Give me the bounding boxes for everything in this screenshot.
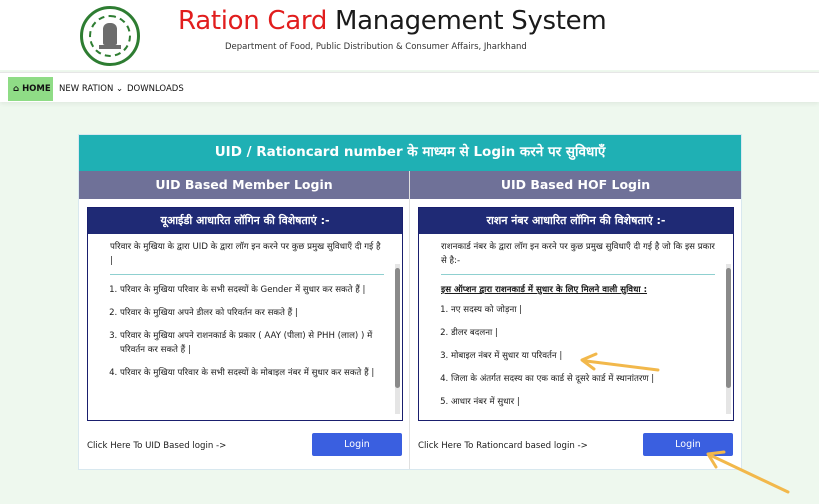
hof-login-title: UID Based HOF Login bbox=[410, 171, 741, 199]
uid-features-intro: परिवार के मुखिया के द्वारा UID के द्वारा… bbox=[110, 240, 384, 275]
uid-features-body[interactable]: परिवार के मुखिया के द्वारा UID के द्वारा… bbox=[88, 234, 402, 420]
uid-login-hint: Click Here To UID Based login -> bbox=[87, 441, 227, 451]
uid-login-column: UID Based Member Login यूआईडी आधारित लॉग… bbox=[79, 171, 410, 469]
nav-downloads[interactable]: DOWNLOADS bbox=[122, 77, 189, 101]
site-title-red: Ration Card bbox=[178, 6, 328, 36]
uid-features-list: परिवार के मुखिया परिवार के सभी सदस्यों क… bbox=[110, 283, 384, 380]
site-header: Ration Card Management System Department… bbox=[0, 0, 819, 70]
uid-login-button[interactable]: Login bbox=[312, 433, 402, 456]
list-item: नए सदस्य को जोड़ना | bbox=[451, 303, 715, 317]
jharkhand-emblem-logo bbox=[80, 6, 140, 66]
nav-new-ration[interactable]: NEW RATION ⌄ bbox=[54, 77, 128, 101]
home-icon: ⌂ bbox=[13, 84, 20, 94]
annotation-arrow-icon bbox=[706, 450, 790, 494]
nav-new-ration-label: NEW RATION bbox=[59, 84, 114, 94]
list-item: परिवार के मुखिया अपने राशनकार्ड के प्रका… bbox=[120, 329, 384, 357]
ration-login-hint: Click Here To Rationcard based login -> bbox=[418, 441, 588, 451]
list-item: परिवार के मुखिया परिवार के सभी सदस्यों क… bbox=[120, 366, 384, 380]
annotation-arrow-icon bbox=[580, 352, 660, 372]
scrollbar[interactable] bbox=[395, 264, 400, 414]
ration-login-footer: Click Here To Rationcard based login -> … bbox=[418, 433, 733, 467]
site-title: Ration Card Management System bbox=[178, 6, 607, 36]
site-title-dark: Management System bbox=[335, 6, 607, 36]
panel-heading: UID / Rationcard number के माध्यम से Log… bbox=[79, 135, 741, 171]
ration-features-subheading: इस ऑप्शन द्वारा राशनकार्ड में सुधार के ल… bbox=[441, 285, 648, 295]
list-item: परिवार के मुखिया परिवार के सभी सदस्यों क… bbox=[120, 283, 384, 297]
nav-home-label: HOME bbox=[22, 84, 51, 94]
hof-login-column: UID Based HOF Login राशन नंबर आधारित लॉग… bbox=[410, 171, 741, 469]
nav-home[interactable]: ⌂ HOME bbox=[8, 77, 53, 101]
login-panel: UID / Rationcard number के माध्यम से Log… bbox=[78, 134, 742, 470]
uid-login-footer: Click Here To UID Based login -> Login bbox=[87, 433, 402, 467]
list-item: आधार नंबर में सुधार | bbox=[451, 395, 715, 409]
list-item: परिवार के मुखिया अपने डीलर को परिवर्तन क… bbox=[120, 306, 384, 320]
scrollbar-thumb[interactable] bbox=[726, 268, 731, 388]
main-nav: ⌂ HOME NEW RATION ⌄ DOWNLOADS bbox=[0, 72, 819, 102]
scrollbar[interactable] bbox=[726, 264, 731, 414]
ration-features-title: राशन नंबर आधारित लॉगिन की विशेषताएं :- bbox=[419, 208, 733, 234]
department-subtitle: Department of Food, Public Distribution … bbox=[225, 42, 527, 52]
uid-login-title: UID Based Member Login bbox=[79, 171, 409, 199]
ration-features-box: राशन नंबर आधारित लॉगिन की विशेषताएं :- र… bbox=[418, 207, 734, 421]
scrollbar-thumb[interactable] bbox=[395, 268, 400, 388]
uid-features-title: यूआईडी आधारित लॉगिन की विशेषताएं :- bbox=[88, 208, 402, 234]
nav-downloads-label: DOWNLOADS bbox=[127, 84, 184, 94]
ration-features-intro: राशनकार्ड नंबर के द्वारा लॉग इन करने पर … bbox=[441, 240, 715, 275]
ration-features-body[interactable]: राशनकार्ड नंबर के द्वारा लॉग इन करने पर … bbox=[419, 234, 733, 420]
list-item: डीलर बदलना | bbox=[451, 326, 715, 340]
uid-features-box: यूआईडी आधारित लॉगिन की विशेषताएं :- परिव… bbox=[87, 207, 403, 421]
